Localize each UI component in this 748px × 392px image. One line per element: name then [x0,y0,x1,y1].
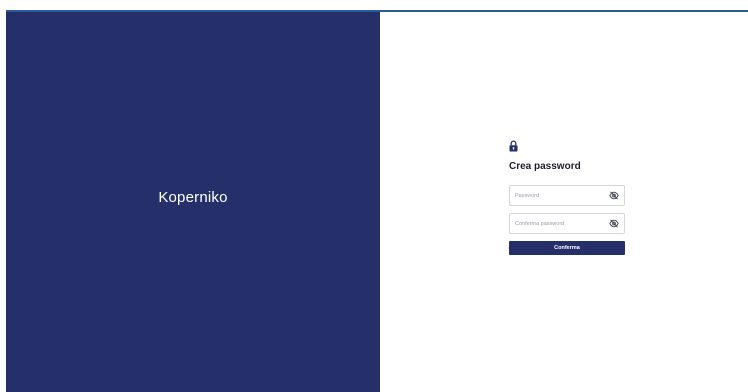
form-title: Crea password [509,161,581,172]
eye-off-icon[interactable] [609,191,619,200]
brand-name: Koperniko [158,188,228,206]
lock-icon [509,140,518,152]
confirm-button[interactable]: Conferma [509,241,625,255]
page: Koperniko Crea password Conferma [0,0,748,392]
create-password-form: Crea password Conferma [509,140,625,255]
confirm-password-field [509,213,625,234]
brand-panel: Koperniko [6,12,380,392]
confirm-password-input[interactable] [510,214,611,233]
eye-off-icon[interactable] [609,219,619,228]
password-input[interactable] [510,186,611,205]
password-field [509,185,625,206]
